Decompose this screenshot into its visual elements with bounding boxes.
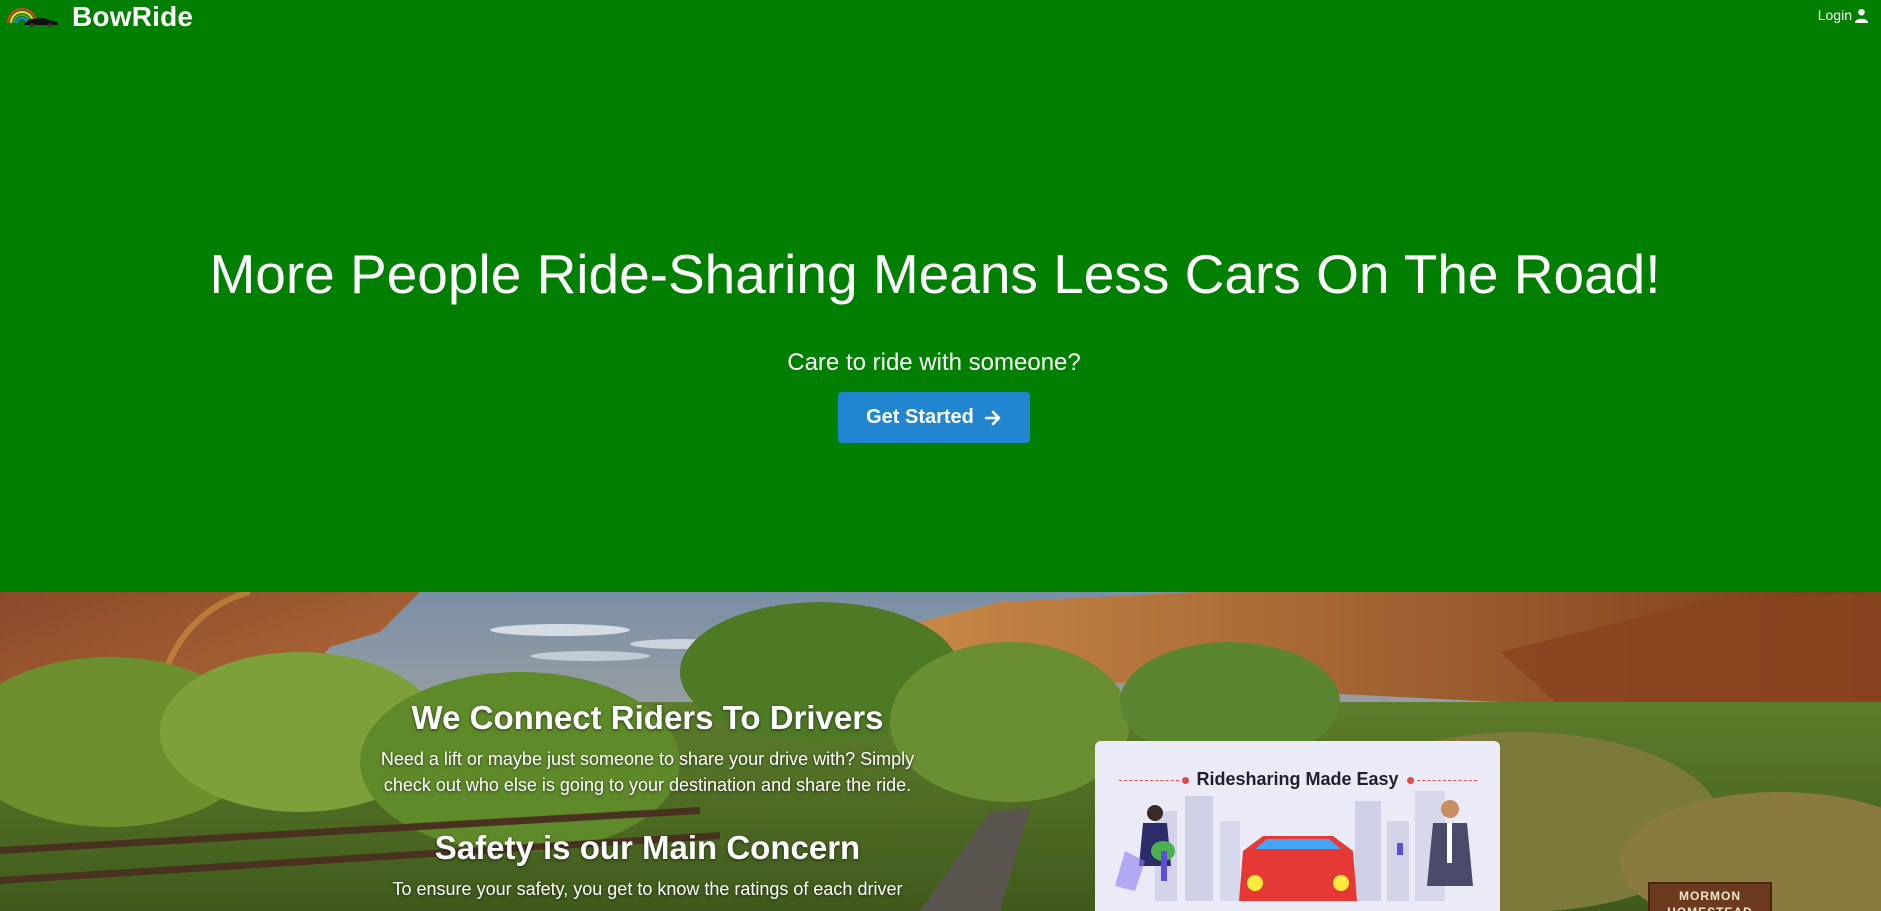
- feature-text: Need a lift or maybe just someone to sha…: [380, 749, 915, 795]
- brand-name: BowRide: [72, 1, 194, 32]
- ridesharing-illustration-card: Ridesharing Made Easy: [1095, 741, 1500, 911]
- red-dot: [1407, 777, 1414, 784]
- brand[interactable]: BowRide: [4, 0, 193, 34]
- login-link[interactable]: Login: [1818, 7, 1869, 23]
- navbar: BowRide Login: [0, 0, 1881, 34]
- login-label: Login: [1817, 7, 1852, 23]
- get-started-label: Get Started: [866, 406, 974, 428]
- ridesharing-illustration: [1115, 791, 1473, 901]
- feature-heading: We Connect Riders To Drivers: [411, 699, 884, 736]
- features-section: We Connect Riders To Drivers Need a lift…: [0, 592, 1881, 911]
- hero-section: More People Ride-Sharing Means Less Cars…: [0, 34, 1881, 592]
- get-started-button[interactable]: Get Started: [838, 392, 1030, 443]
- rainbow-car-logo-icon: [7, 8, 58, 27]
- user-icon: [1854, 8, 1869, 23]
- hero-title: More People Ride-Sharing Means Less Cars…: [209, 243, 1661, 305]
- feature-text: To ensure your safety, you get to know t…: [392, 879, 903, 899]
- arrow-right-icon: [984, 410, 1001, 425]
- dashed-line: [1417, 780, 1477, 781]
- feature-connect: We Connect Riders To Drivers Need a lift…: [360, 698, 935, 798]
- feature-safety: Safety is our Main Concern To ensure you…: [360, 828, 935, 902]
- feature-heading: Safety is our Main Concern: [434, 829, 861, 866]
- mormon-homestead-sign: MORMON HOMESTEAD: [1648, 882, 1772, 911]
- hero-subtitle: Care to ride with someone?: [787, 349, 1081, 376]
- canyon-landscape-background: [0, 592, 1881, 911]
